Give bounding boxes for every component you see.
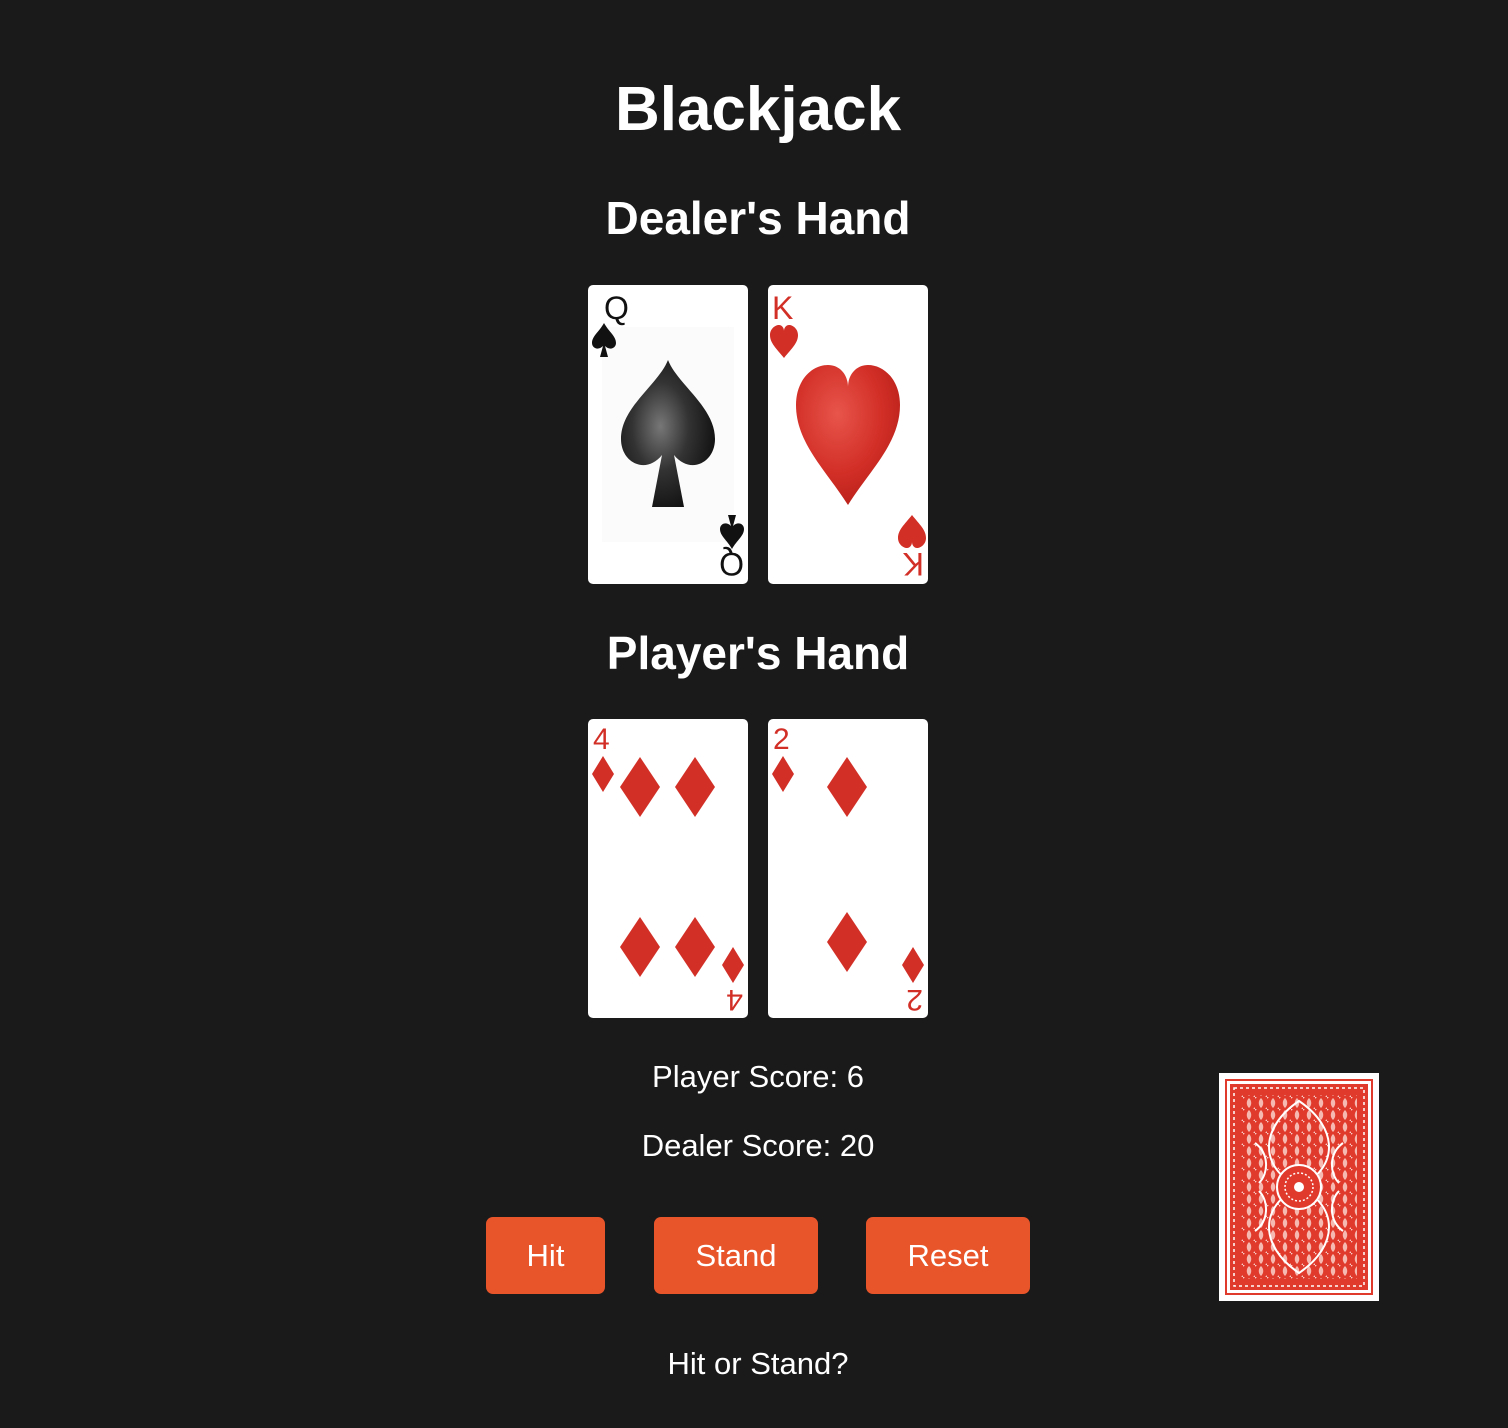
card-four-of-diamonds: 4 4: [588, 719, 748, 1018]
card-king-of-hearts: K K: [768, 285, 928, 584]
hit-button[interactable]: Hit: [486, 1217, 605, 1294]
heart-icon: K K: [770, 290, 926, 582]
page-title: Blackjack: [614, 75, 902, 144]
dealer-hand: Q Q K K: [588, 285, 928, 584]
svg-text:Q: Q: [719, 546, 744, 582]
diamond-icon: 4 4: [592, 723, 744, 1016]
player-hand-heading: Player's Hand: [606, 627, 910, 679]
card-queen-of-spades: Q Q: [588, 285, 748, 584]
svg-text:2: 2: [773, 723, 790, 756]
diamond-icon: 2 2: [772, 723, 924, 1016]
card-back-icon: [1225, 1079, 1373, 1295]
player-hand: 4 4 2 2: [588, 719, 928, 1018]
svg-text:Q: Q: [604, 290, 629, 326]
spade-icon: Q Q: [592, 290, 744, 582]
card-two-of-diamonds: 2 2: [768, 719, 928, 1018]
svg-text:4: 4: [726, 983, 743, 1016]
reset-button[interactable]: Reset: [866, 1217, 1030, 1294]
svg-text:K: K: [903, 546, 924, 582]
deck[interactable]: [1219, 1073, 1379, 1301]
svg-text:K: K: [772, 290, 793, 326]
svg-text:2: 2: [906, 983, 923, 1016]
svg-text:4: 4: [593, 723, 610, 756]
status-message: Hit or Stand?: [667, 1346, 849, 1381]
dealer-hand-heading: Dealer's Hand: [605, 192, 911, 244]
stand-button[interactable]: Stand: [654, 1217, 818, 1294]
blackjack-page: Blackjack Dealer's Hand Q Q K K Player's…: [0, 0, 1508, 1428]
